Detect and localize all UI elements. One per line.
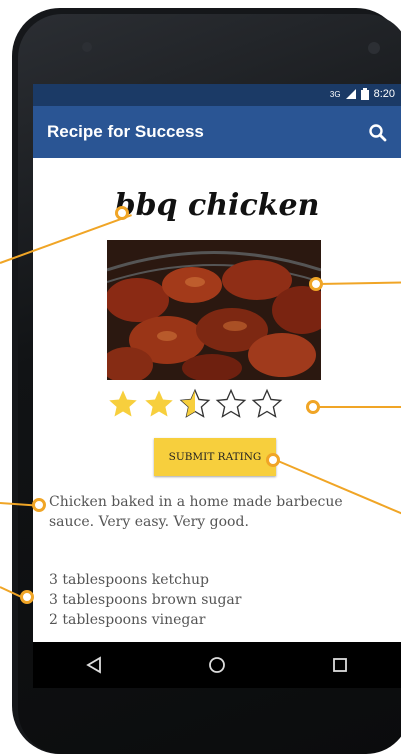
network-label: 3G xyxy=(329,89,341,99)
recents-square-icon xyxy=(332,658,347,672)
submit-rating-button[interactable]: SUBMIT RATING xyxy=(154,438,276,476)
status-time: 8:20 xyxy=(373,88,395,100)
callout-dot-description xyxy=(32,498,46,512)
star-2-icon[interactable] xyxy=(143,388,175,420)
nav-back-button[interactable] xyxy=(80,651,108,679)
ingredients-list: 3 tablespoons ketchup 3 tablespoons brow… xyxy=(49,570,241,630)
status-bar: 3G 8:20 xyxy=(33,84,401,106)
callout-dot-image xyxy=(309,277,323,291)
star-1-icon[interactable] xyxy=(107,388,139,420)
ingredient-item: 3 tablespoons brown sugar xyxy=(49,592,242,608)
recipe-description: Chicken baked in a home made barbecue sa… xyxy=(49,494,343,530)
ingredient-item: 2 tablespoons vinegar xyxy=(49,612,206,628)
phone-screen: 3G 8:20 Recipe for Success bbq chicken S… xyxy=(33,84,401,688)
star-3-half-icon[interactable] xyxy=(179,388,211,420)
recipe-photo xyxy=(107,240,321,380)
app-bar: Recipe for Success xyxy=(33,106,401,158)
search-button[interactable] xyxy=(367,122,389,144)
camera-dot xyxy=(82,42,92,52)
back-triangle-icon xyxy=(86,656,102,674)
signal-icon xyxy=(345,89,356,99)
star-5-icon[interactable] xyxy=(251,388,283,420)
app-title: Recipe for Success xyxy=(47,122,204,141)
callout-dot-ingredients xyxy=(20,590,34,604)
star-4-icon[interactable] xyxy=(215,388,247,420)
callout-dot-submit xyxy=(266,453,280,467)
home-circle-icon xyxy=(209,657,225,673)
sensor-dot xyxy=(368,42,380,54)
nav-recents-button[interactable] xyxy=(326,651,354,679)
battery-icon xyxy=(360,88,369,100)
callout-line-stars xyxy=(318,406,401,408)
ingredient-item: 3 tablespoons ketchup xyxy=(49,572,209,588)
nav-home-button[interactable] xyxy=(203,651,231,679)
system-nav-bar xyxy=(33,642,401,688)
callout-dot-stars xyxy=(306,400,320,414)
search-icon xyxy=(369,124,387,142)
bbq-chicken-image xyxy=(107,240,321,380)
rating-stars xyxy=(107,388,283,420)
callout-dot-title xyxy=(115,206,129,220)
recipe-title: bbq chicken xyxy=(114,188,320,223)
